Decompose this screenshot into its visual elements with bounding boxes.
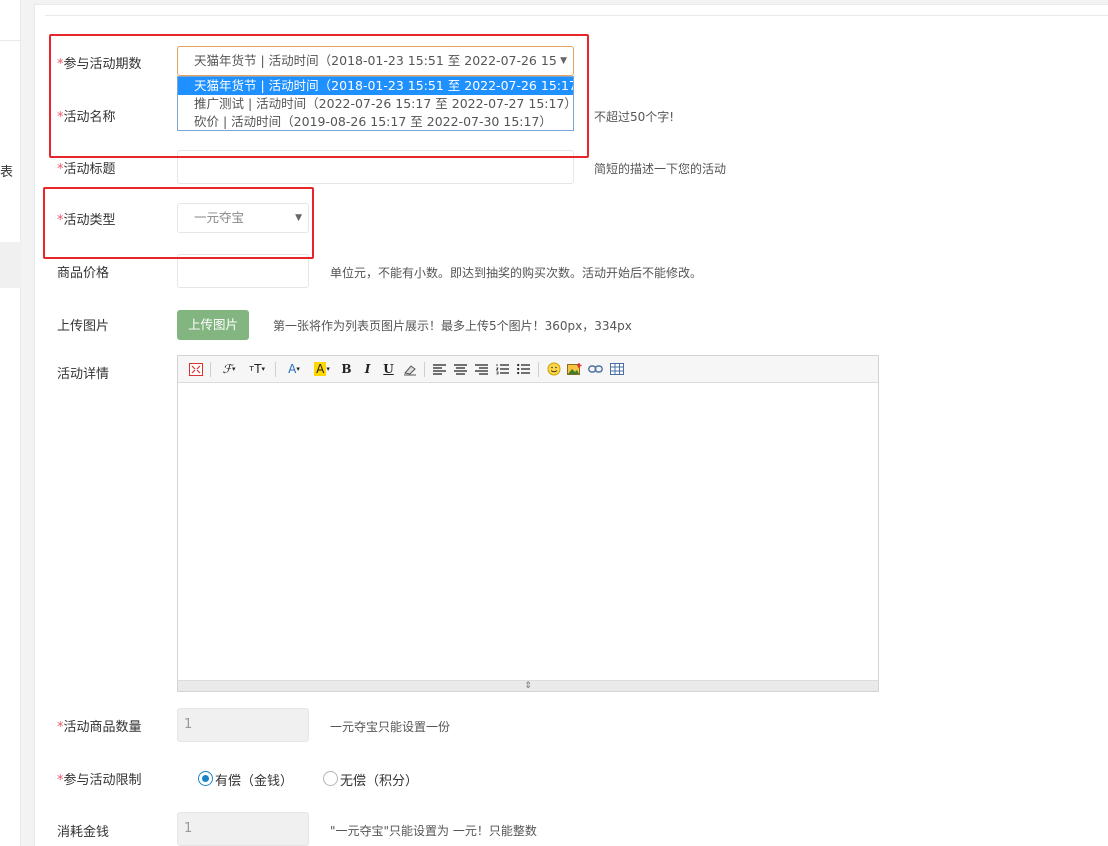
period-select-value: 天猫年货节 | 活动时间（2018-01-23 15:51 至 2022-07-… xyxy=(194,53,557,68)
toolbar-separator xyxy=(424,361,425,377)
period-label: *参与活动期数 xyxy=(57,57,142,72)
type-label: *活动类型 xyxy=(57,213,116,228)
cost-hint: "一元夺宝"只能设置为 一元！只能整数 xyxy=(330,824,537,838)
toolbar-separator xyxy=(210,361,211,377)
paid-radio[interactable] xyxy=(198,771,213,786)
rich-text-editor: ℱ ▾ т T ▾ A ▾ A ▾ B I U ⇕ xyxy=(177,355,879,692)
image-hint: 第一张将作为列表页图片展示！最多上传5个图片！360px，334px xyxy=(273,319,632,333)
type-select-value: 一元夺宝 xyxy=(194,210,245,225)
left-sidebar: 表 xyxy=(0,0,21,846)
align-right-icon[interactable] xyxy=(471,360,492,379)
name-label: *活动名称 xyxy=(57,110,116,125)
sidebar-item-label[interactable]: 表 xyxy=(0,161,13,180)
font-family-icon[interactable]: ℱ ▾ xyxy=(215,360,243,379)
period-dropdown-list: 天猫年货节 | 活动时间（2018-01-23 15:51 至 2022-07-… xyxy=(177,76,574,131)
price-input[interactable] xyxy=(177,254,309,288)
paid-radio-label[interactable]: 有偿（金钱） xyxy=(215,770,293,789)
underline-icon[interactable]: U xyxy=(378,360,399,379)
bold-icon[interactable]: B xyxy=(336,360,357,379)
price-label: 商品价格 xyxy=(57,266,110,281)
title-input[interactable] xyxy=(177,150,574,184)
chevron-down-icon: ▼ xyxy=(295,213,302,223)
cost-input[interactable]: 1 xyxy=(177,812,309,846)
period-select[interactable]: 天猫年货节 | 活动时间（2018-01-23 15:51 至 2022-07-… xyxy=(177,46,574,76)
table-icon[interactable] xyxy=(606,360,627,379)
image-insert-icon[interactable] xyxy=(564,360,585,379)
cost-label: 消耗金钱 xyxy=(57,825,110,840)
toolbar-separator xyxy=(538,361,539,377)
quantity-input[interactable]: 1 xyxy=(177,708,309,742)
eraser-icon[interactable] xyxy=(399,360,420,379)
upload-image-button[interactable]: 上传图片 xyxy=(177,310,249,340)
image-label: 上传图片 xyxy=(57,319,110,334)
quantity-hint: 一元夺宝只能设置一份 xyxy=(330,720,451,734)
unordered-list-icon[interactable] xyxy=(513,360,534,379)
period-option[interactable]: 天猫年货节 | 活动时间（2018-01-23 15:51 至 2022-07-… xyxy=(178,77,573,95)
period-option[interactable]: 砍价 | 活动时间（2019-08-26 15:17 至 2022-07-30 … xyxy=(178,113,573,131)
sidebar-active-item[interactable] xyxy=(0,242,21,288)
toolbar-separator xyxy=(275,361,276,377)
free-radio[interactable] xyxy=(323,771,338,786)
ordered-list-icon[interactable] xyxy=(492,360,513,379)
font-color-icon[interactable]: A ▾ xyxy=(280,360,308,379)
period-option[interactable]: 推广测试 | 活动时间（2022-07-26 15:17 至 2022-07-2… xyxy=(178,95,573,113)
emoticon-icon[interactable] xyxy=(543,360,564,379)
sidebar-divider xyxy=(0,40,21,41)
align-center-icon[interactable] xyxy=(450,360,471,379)
panel-top-divider xyxy=(45,15,1108,16)
price-hint: 单位元，不能有小数。即达到抽奖的购买次数。活动开始后不能修改。 xyxy=(330,266,703,280)
chevron-down-icon: ▼ xyxy=(560,56,567,66)
title-label: *活动标题 xyxy=(57,162,116,177)
link-icon[interactable] xyxy=(585,360,606,379)
limit-label: *参与活动限制 xyxy=(57,773,142,788)
highlight-color-icon[interactable]: A ▾ xyxy=(308,360,336,379)
name-hint: 不超过50个字! xyxy=(594,110,675,124)
editor-resize-handle[interactable]: ⇕ xyxy=(178,680,878,691)
editor-toolbar: ℱ ▾ т T ▾ A ▾ A ▾ B I U xyxy=(178,356,878,383)
align-left-icon[interactable] xyxy=(429,360,450,379)
detail-label: 活动详情 xyxy=(57,367,110,382)
free-radio-label[interactable]: 无偿（积分） xyxy=(340,770,418,789)
type-select[interactable]: 一元夺宝 ▼ xyxy=(177,203,309,233)
font-size-icon[interactable]: т T ▾ xyxy=(243,360,271,379)
editor-content-area[interactable] xyxy=(178,383,878,680)
title-hint: 简短的描述一下您的活动 xyxy=(594,162,727,176)
quantity-label: *活动商品数量 xyxy=(57,720,142,735)
italic-icon[interactable]: I xyxy=(357,360,378,379)
fullscreen-icon[interactable] xyxy=(185,360,206,379)
